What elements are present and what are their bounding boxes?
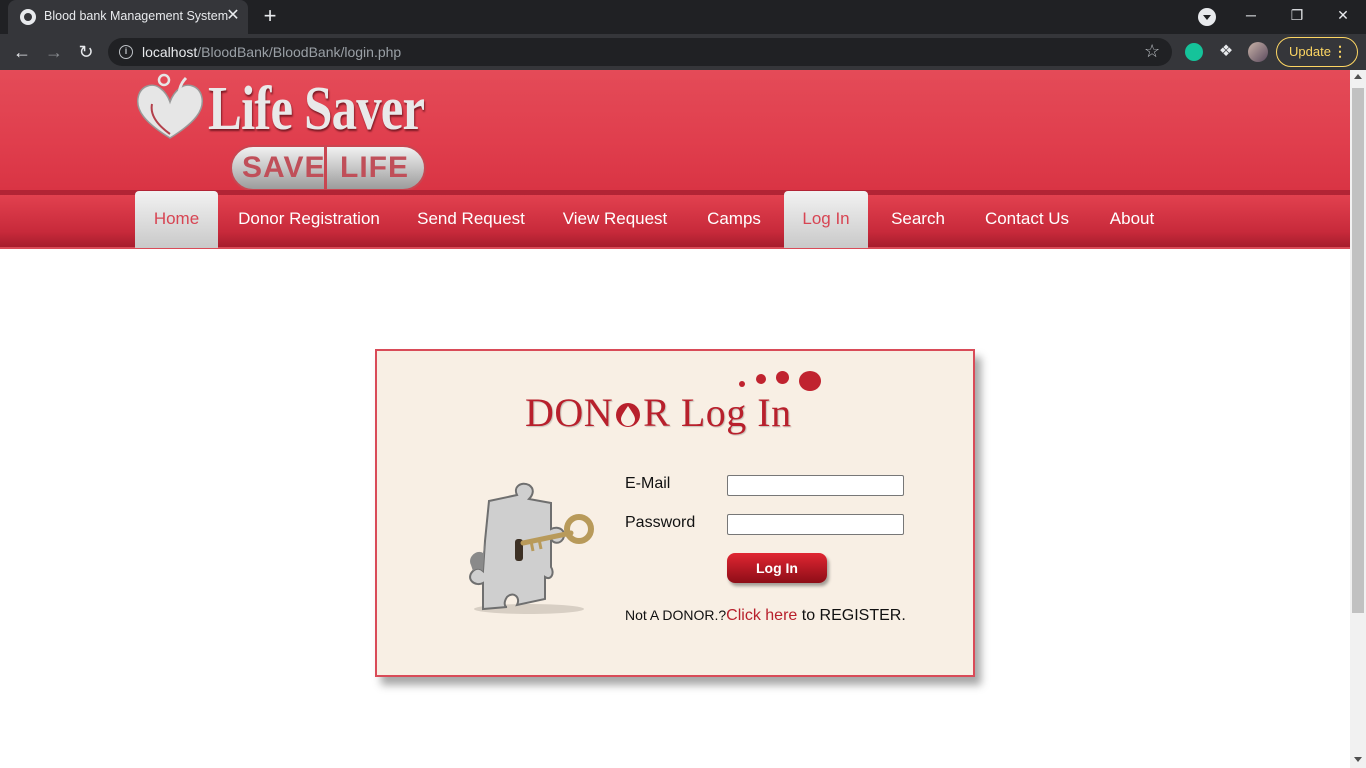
logo-badge-life: LIFE [340,151,409,184]
scroll-down-arrow-icon[interactable] [1354,757,1362,762]
logo-title: Life Saver [208,75,425,143]
back-arrow-icon[interactable]: ← [10,40,34,64]
login-panel: DON R Log In E-Mail Password Log In Not A… [375,349,975,677]
donor-login-title: DON R Log In [525,390,792,435]
browser-tabbar: Blood bank Management System ✕ + ─ ❐ ✕ [0,0,1366,34]
url-text[interactable]: localhost/BloodBank/BloodBank/login.php [142,44,401,60]
browser-toolbar: ← → ↻ i localhost/BloodBank/BloodBank/lo… [0,34,1366,70]
nav-view-request[interactable]: View Request [556,195,674,247]
puzzle-key-icon [469,482,594,614]
nav-search[interactable]: Search [882,195,954,247]
nav-about[interactable]: About [1100,195,1164,247]
page-viewport: Life Saver SAVE LIFE Home Donor Registra… [0,70,1350,768]
email-field[interactable] [727,475,904,496]
update-button[interactable]: Update ⋮ [1276,37,1358,67]
site-header: Life Saver SAVE LIFE [0,70,1350,191]
decor-dot [739,381,745,387]
nav-log-in[interactable]: Log In [784,191,868,248]
tab-title: Blood bank Management System [44,9,229,23]
decor-dot [776,371,789,384]
minimize-button[interactable]: ─ [1236,3,1266,27]
puzzle-extensions-icon[interactable]: ❖ [1214,40,1238,64]
blood-drop-icon [613,391,643,427]
heart-logo-icon [136,73,204,139]
tab-search-icon[interactable] [1198,8,1216,26]
register-suffix: to REGISTER. [797,607,906,624]
nav-contact-us[interactable]: Contact Us [978,195,1076,247]
register-prefix: Not A DONOR.? [625,607,727,623]
logo-badge: SAVE LIFE [230,145,426,191]
menu-dots-icon[interactable]: ⋮ [1333,38,1347,65]
address-bar[interactable]: i localhost/BloodBank/BloodBank/login.ph… [108,38,1172,66]
bookmark-star-icon[interactable]: ☆ [1144,41,1160,62]
page-scrollbar[interactable] [1350,70,1366,768]
browser-tab[interactable]: Blood bank Management System ✕ [8,0,248,34]
close-window-button[interactable]: ✕ [1328,3,1358,27]
login-button[interactable]: Log In [727,553,827,583]
decor-dot [756,374,766,384]
close-tab-icon[interactable]: ✕ [224,7,242,25]
logo-badge-divider [324,147,327,189]
scroll-up-arrow-icon[interactable] [1354,74,1362,79]
main-nav: Home Donor Registration Send Request Vie… [0,191,1350,249]
info-icon[interactable]: i [119,45,133,59]
nav-camps[interactable]: Camps [698,195,770,247]
password-field[interactable] [727,514,904,535]
globe-icon [20,9,36,25]
new-tab-button[interactable]: + [258,5,282,29]
email-label: E-Mail [625,475,671,492]
password-label: Password [625,514,696,531]
scrollbar-thumb[interactable] [1352,88,1364,613]
decor-dot [799,371,821,391]
register-link[interactable]: Click here [726,607,797,624]
restore-button[interactable]: ❐ [1282,3,1312,27]
nav-send-request[interactable]: Send Request [410,195,532,247]
grammarly-extension-icon[interactable] [1185,43,1203,61]
forward-arrow-icon[interactable]: → [42,40,66,64]
profile-avatar[interactable] [1248,42,1268,62]
reload-icon[interactable]: ↻ [74,40,98,64]
register-prompt: Not A DONOR.?Click here to REGISTER. [625,607,906,625]
site-logo[interactable]: Life Saver SAVE LIFE [134,72,444,191]
nav-donor-registration[interactable]: Donor Registration [232,195,386,247]
nav-home[interactable]: Home [135,191,218,248]
logo-badge-save: SAVE [242,151,326,184]
